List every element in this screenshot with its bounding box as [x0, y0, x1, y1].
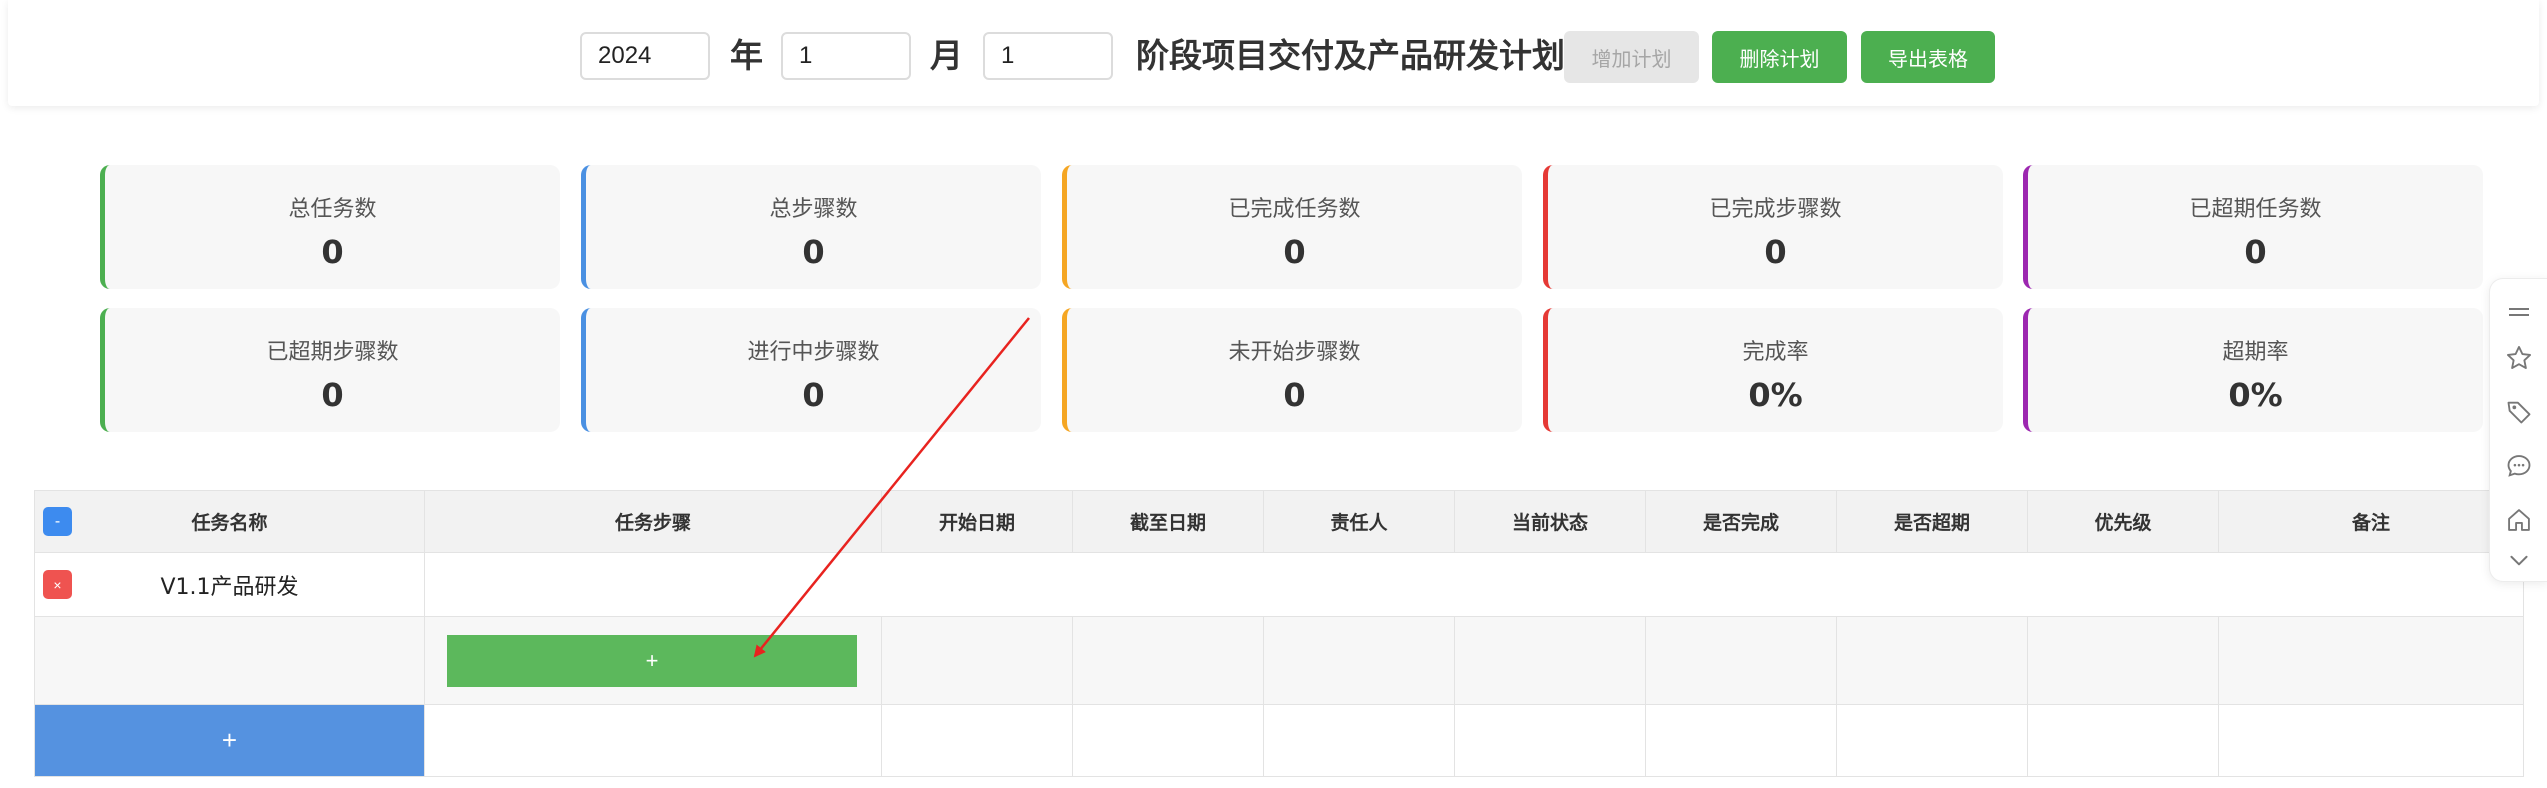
stat-label: 已完成任务数 — [1228, 197, 1361, 222]
year-input[interactable] — [580, 32, 710, 80]
stat-card-not-started-steps: 未开始步骤数 0 — [1062, 308, 1522, 432]
column-header-status: 当前状态 — [1454, 490, 1646, 553]
home-icon[interactable] — [2504, 505, 2534, 535]
comment-icon[interactable] — [2504, 451, 2534, 481]
stat-card-completed-steps: 已完成步骤数 0 — [1543, 165, 2003, 289]
stat-value: 0 — [802, 376, 825, 414]
add-task-button[interactable]: + — [35, 705, 424, 776]
step-cell: + — [424, 616, 882, 705]
month-label: 月 — [930, 36, 963, 75]
tag-icon[interactable] — [2504, 397, 2534, 427]
stat-label: 完成率 — [1742, 340, 1809, 365]
table-row: × V1.1产品研发 — [34, 552, 2524, 617]
empty-cell — [2218, 704, 2524, 777]
add-step-button[interactable]: + — [447, 634, 857, 687]
column-header-owner: 责任人 — [1263, 490, 1455, 553]
empty-cell — [1645, 704, 1837, 777]
empty-cell — [1072, 704, 1264, 777]
stat-card-overdue-steps: 已超期步骤数 0 — [100, 308, 560, 432]
stat-card-completed-tasks: 已完成任务数 0 — [1062, 165, 1522, 289]
add-plan-button[interactable]: 增加计划 — [1564, 31, 1699, 83]
stat-value: 0 — [321, 376, 344, 414]
column-header-overdue: 是否超期 — [1836, 490, 2028, 553]
empty-cell — [881, 616, 1073, 705]
plan-table: - 任务名称 任务步骤 开始日期 截至日期 责任人 当前状态 是否完成 是否超期… — [34, 490, 2524, 777]
menu-icon[interactable] — [2504, 297, 2534, 327]
empty-cell — [34, 616, 425, 705]
task-name-cell: × V1.1产品研发 — [34, 552, 425, 617]
year-label: 年 — [730, 36, 763, 75]
stage-input[interactable] — [983, 32, 1113, 80]
empty-cell — [1645, 616, 1837, 705]
delete-plan-button[interactable]: 删除计划 — [1712, 31, 1847, 83]
stat-card-in-progress-steps: 进行中步骤数 0 — [581, 308, 1041, 432]
task-span-cell — [424, 552, 2524, 617]
stat-value: 0% — [2228, 376, 2283, 414]
toolbar-header: 年 月 阶段项目交付及产品研发计划 增加计划 删除计划 导出表格 — [8, 0, 2539, 106]
stat-label: 未开始步骤数 — [1228, 340, 1361, 365]
stat-card-total-steps: 总步骤数 0 — [581, 165, 1041, 289]
column-header-priority: 优先级 — [2027, 490, 2219, 553]
floating-side-toolbar — [2489, 278, 2547, 582]
table-header-row: - 任务名称 任务步骤 开始日期 截至日期 责任人 当前状态 是否完成 是否超期… — [34, 490, 2524, 553]
stat-value: 0% — [1748, 376, 1803, 414]
stat-card-overdue-rate: 超期率 0% — [2023, 308, 2483, 432]
export-table-button[interactable]: 导出表格 — [1861, 31, 1995, 83]
stat-card-completion-rate: 完成率 0% — [1543, 308, 2003, 432]
month-input[interactable] — [781, 32, 911, 80]
column-header-due-date: 截至日期 — [1072, 490, 1264, 553]
empty-cell — [2027, 616, 2219, 705]
stat-label: 进行中步骤数 — [747, 340, 880, 365]
task-name[interactable]: V1.1产品研发 — [160, 575, 298, 600]
empty-cell — [1263, 616, 1455, 705]
stat-value: 0 — [2244, 233, 2267, 271]
empty-cell — [1454, 704, 1646, 777]
stat-label: 已完成步骤数 — [1709, 197, 1842, 222]
stat-label: 已超期步骤数 — [266, 340, 399, 365]
delete-task-button[interactable]: × — [43, 570, 72, 599]
column-header-completed: 是否完成 — [1645, 490, 1837, 553]
collapse-all-button[interactable]: - — [43, 507, 72, 536]
add-task-cell: + — [34, 704, 425, 777]
column-header-task-steps: 任务步骤 — [424, 490, 882, 553]
column-header-task-name: - 任务名称 — [34, 490, 425, 553]
stat-card-overdue-tasks: 已超期任务数 0 — [2023, 165, 2483, 289]
empty-cell — [1263, 704, 1455, 777]
stat-label: 总步骤数 — [769, 197, 858, 222]
empty-cell — [424, 704, 882, 777]
stat-value: 0 — [1764, 233, 1787, 271]
stat-label: 总任务数 — [288, 197, 377, 222]
empty-cell — [1454, 616, 1646, 705]
stat-card-total-tasks: 总任务数 0 — [100, 165, 560, 289]
empty-cell — [2218, 616, 2524, 705]
page-title: 阶段项目交付及产品研发计划 — [1136, 36, 1565, 75]
stat-label: 超期率 — [2222, 340, 2289, 365]
empty-cell — [1072, 616, 1264, 705]
chevron-down-icon[interactable] — [2504, 545, 2534, 575]
column-header-label: 任务名称 — [191, 512, 268, 534]
stat-value: 0 — [802, 233, 825, 271]
stat-value: 0 — [1283, 376, 1306, 414]
stat-label: 已超期任务数 — [2189, 197, 2322, 222]
stat-value: 0 — [321, 233, 344, 271]
table-row: + — [34, 616, 2524, 705]
stat-value: 0 — [1283, 233, 1306, 271]
column-header-start-date: 开始日期 — [881, 490, 1073, 553]
empty-cell — [1836, 616, 2028, 705]
column-header-remarks: 备注 — [2218, 490, 2524, 553]
empty-cell — [881, 704, 1073, 777]
table-row: + — [34, 704, 2524, 777]
empty-cell — [2027, 704, 2219, 777]
star-icon[interactable] — [2504, 343, 2534, 373]
empty-cell — [1836, 704, 2028, 777]
